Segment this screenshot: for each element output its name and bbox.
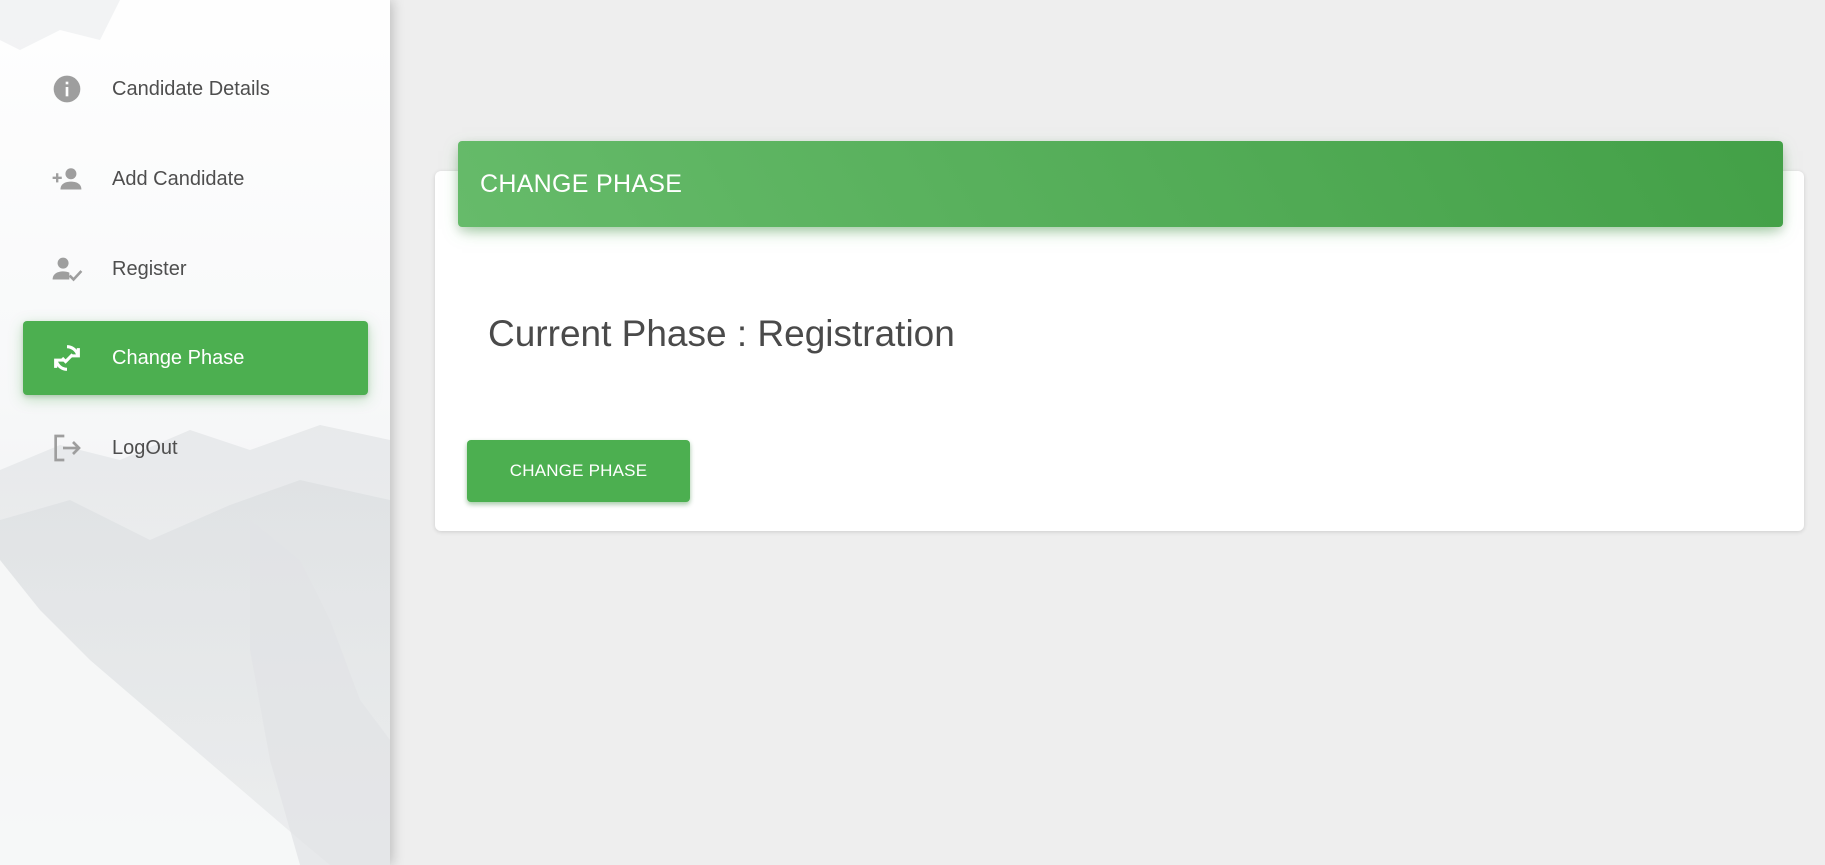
person-check-icon xyxy=(50,252,84,286)
sync-check-icon xyxy=(50,341,84,375)
info-icon xyxy=(50,72,84,106)
sidebar-item-label: LogOut xyxy=(112,436,178,459)
sidebar-item-label: Candidate Details xyxy=(112,77,270,100)
change-phase-button[interactable]: CHANGE PHASE xyxy=(467,440,690,502)
sidebar-item-label: Add Candidate xyxy=(112,167,245,190)
person-add-icon xyxy=(50,162,84,196)
card-title: CHANGE PHASE xyxy=(480,169,683,198)
app-root: Candidate Details Add Candidate Register… xyxy=(0,0,1825,865)
sidebar-item-logout[interactable]: LogOut xyxy=(23,411,368,485)
current-phase-text: Current Phase : Registration xyxy=(488,313,955,354)
card-header: CHANGE PHASE xyxy=(458,141,1783,227)
logout-icon xyxy=(50,431,84,465)
sidebar-item-register[interactable]: Register xyxy=(23,232,368,306)
sidebar-item-label: Change Phase xyxy=(112,346,245,369)
sidebar-item-label: Register xyxy=(112,257,187,280)
sidebar-item-add-candidate[interactable]: Add Candidate xyxy=(23,142,368,216)
sidebar-item-change-phase[interactable]: Change Phase xyxy=(23,321,368,395)
sidebar-item-candidate-details[interactable]: Candidate Details xyxy=(23,52,368,126)
sidebar: Candidate Details Add Candidate Register… xyxy=(0,0,390,865)
